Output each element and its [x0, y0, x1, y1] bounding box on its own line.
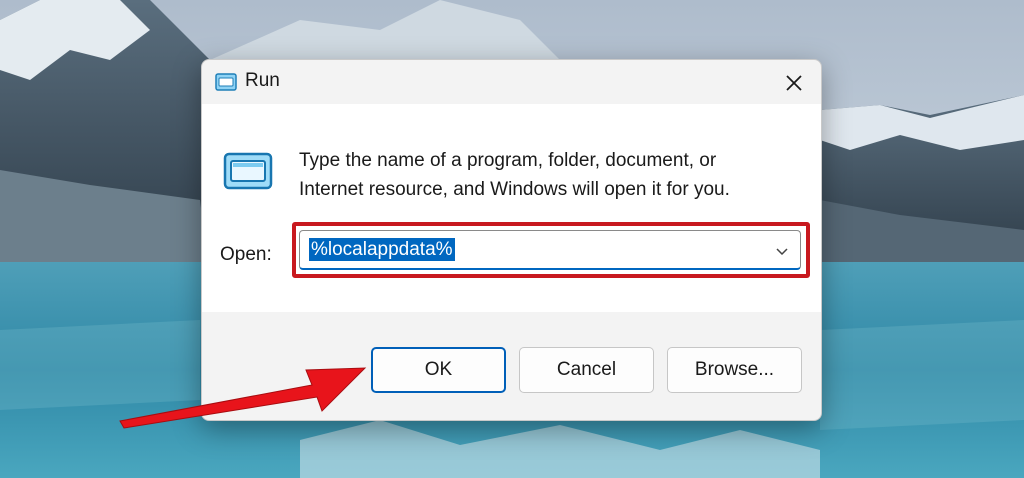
run-app-icon: [215, 73, 237, 91]
chevron-down-icon[interactable]: [774, 243, 790, 259]
window-title: Run: [245, 70, 280, 91]
open-combobox[interactable]: %localappdata%: [299, 230, 801, 270]
cancel-button[interactable]: Cancel: [519, 347, 654, 393]
browse-button[interactable]: Browse...: [667, 347, 802, 393]
open-label: Open:: [220, 244, 272, 265]
run-dialog: Run Type the name of a program, folder, …: [201, 59, 822, 421]
title-bar[interactable]: Run: [202, 60, 821, 104]
ok-button[interactable]: OK: [371, 347, 506, 393]
description-line-2: Internet resource, and Windows will open…: [299, 179, 730, 200]
open-input-value[interactable]: %localappdata%: [309, 238, 455, 261]
run-program-icon: [223, 152, 273, 190]
dialog-content: Type the name of a program, folder, docu…: [202, 104, 821, 312]
dialog-description: Type the name of a program, folder, docu…: [299, 146, 779, 204]
description-line-1: Type the name of a program, folder, docu…: [299, 150, 717, 171]
close-icon[interactable]: [779, 68, 809, 98]
